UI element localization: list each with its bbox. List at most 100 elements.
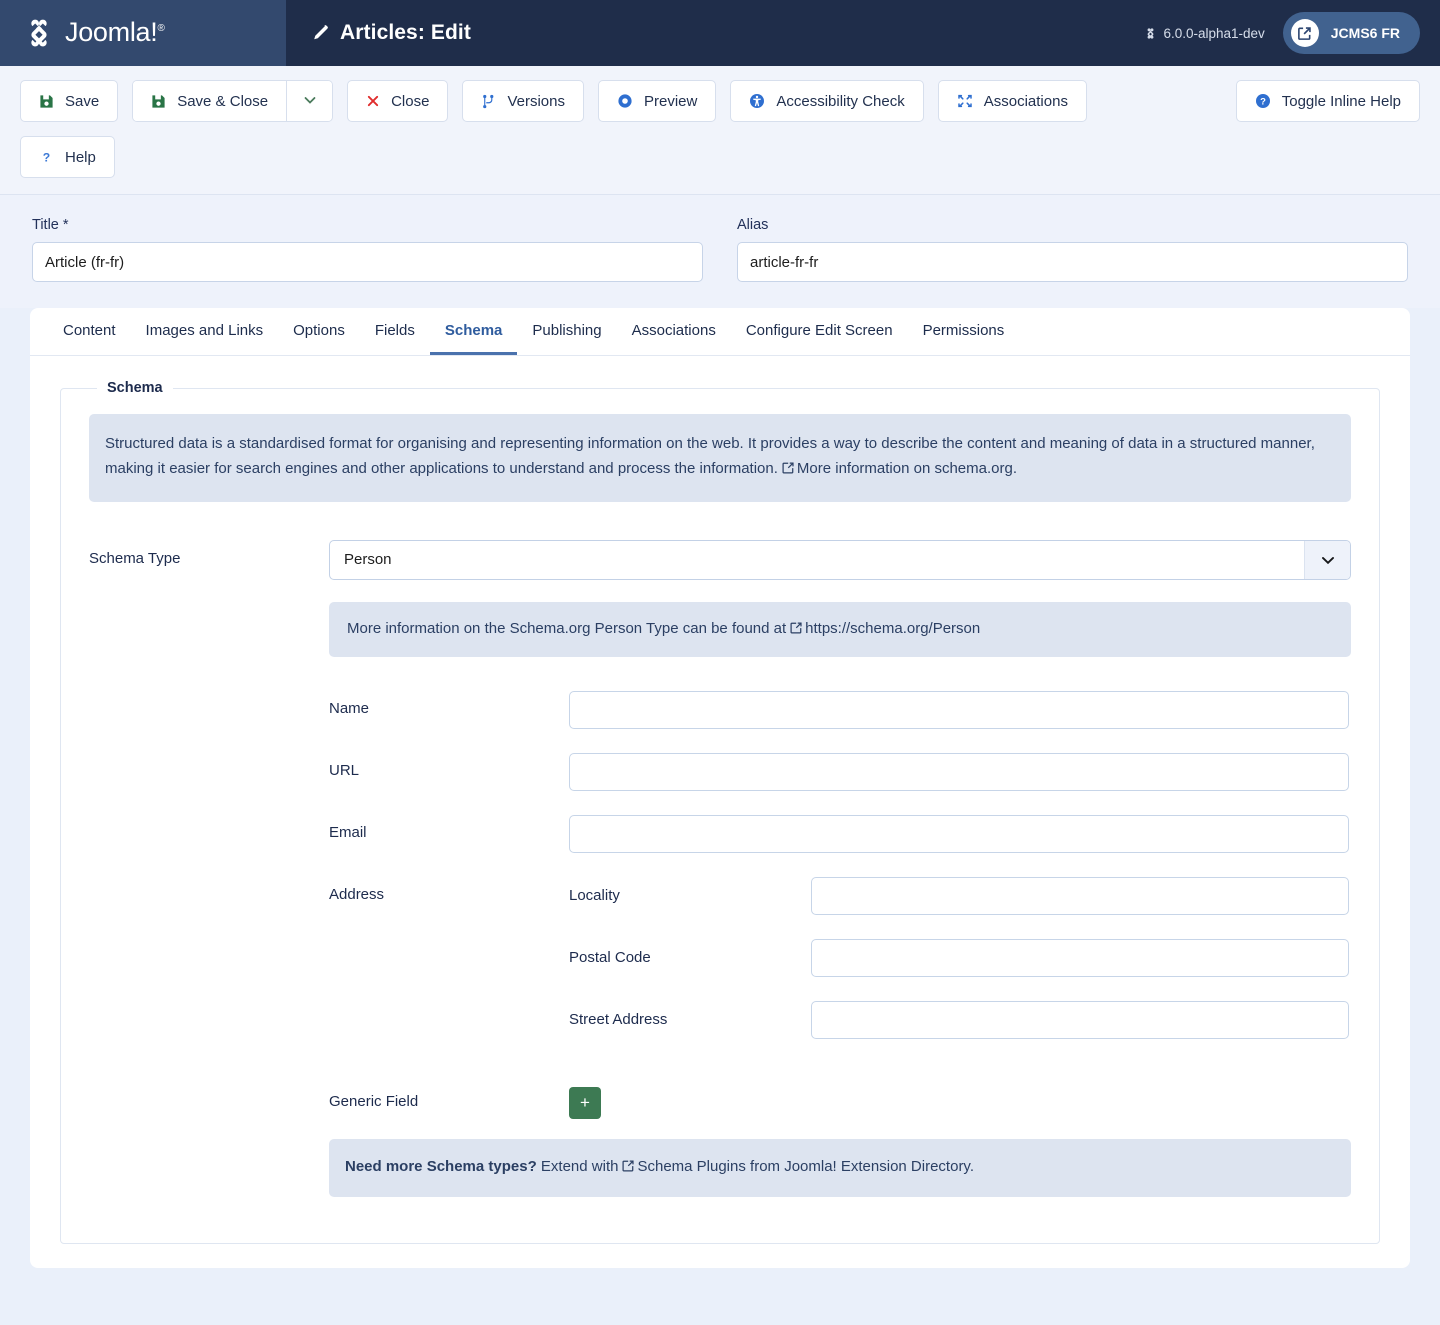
- external-link-icon: [781, 459, 795, 484]
- address-label: Address: [329, 877, 569, 903]
- versions-button[interactable]: Versions: [462, 80, 584, 122]
- visit-site-button[interactable]: JCMS6 FR: [1283, 12, 1420, 54]
- street-address-label: Street Address: [569, 1011, 811, 1028]
- schema-type-note: More information on the Schema.org Perso…: [329, 602, 1351, 657]
- name-input[interactable]: [569, 691, 1349, 729]
- title-field-block: Title *: [32, 217, 703, 282]
- schema-plugins-link[interactable]: Schema Plugins from Joomla! Extension Di…: [637, 1158, 974, 1175]
- versions-icon: [481, 94, 496, 109]
- tab-associations[interactable]: Associations: [617, 308, 731, 355]
- save-icon: [151, 94, 166, 109]
- version-indicator: 6.0.0-alpha1-dev: [1144, 26, 1264, 41]
- schema-type-select[interactable]: Person: [329, 540, 1351, 580]
- tab-publishing[interactable]: Publishing: [517, 308, 616, 355]
- save-button[interactable]: Save: [20, 80, 118, 122]
- associations-button[interactable]: Associations: [938, 80, 1087, 122]
- schema-legend: Schema: [97, 380, 173, 396]
- app-header: Joomla!® Articles: Edit 6.0.0-alpha1-dev: [0, 0, 1440, 66]
- street-address-input[interactable]: [811, 1001, 1349, 1039]
- accessibility-icon: [749, 93, 765, 109]
- joomla-logo-icon: [22, 16, 56, 50]
- address-subfields: Locality Postal Code Street Address: [569, 877, 1351, 1063]
- external-link-icon: [789, 621, 803, 639]
- add-generic-field-button[interactable]: +: [569, 1087, 601, 1119]
- locality-row: Locality: [569, 877, 1351, 915]
- more-schema-types-text: Extend with: [537, 1158, 619, 1175]
- toggle-inline-help-label: Toggle Inline Help: [1282, 93, 1401, 110]
- tab-options[interactable]: Options: [278, 308, 360, 355]
- url-input[interactable]: [569, 753, 1349, 791]
- more-schema-types-alert: Need more Schema types? Extend with Schem…: [329, 1139, 1351, 1198]
- tab-schema[interactable]: Schema: [430, 308, 518, 355]
- visit-site-label: JCMS6 FR: [1331, 25, 1400, 41]
- question-circle-icon: ?: [1255, 93, 1271, 109]
- save-close-group: Save & Close: [132, 80, 333, 122]
- more-schema-types-heading: Need more Schema types?: [345, 1158, 537, 1175]
- email-label: Email: [329, 815, 569, 841]
- tab-images-and-links[interactable]: Images and Links: [131, 308, 279, 355]
- address-row: Address Locality Postal Code: [329, 877, 1351, 1063]
- chevron-down-icon: [302, 92, 318, 111]
- schema-type-note-text: More information on the Schema.org Perso…: [347, 620, 786, 637]
- schema-type-row: Schema Type Person More information on t…: [89, 540, 1351, 1198]
- title-alias-row: Title * Alias: [0, 195, 1440, 308]
- close-icon: [366, 94, 380, 108]
- schema-type-value: Person: [330, 541, 1304, 579]
- name-label: Name: [329, 691, 569, 717]
- brand-area[interactable]: Joomla!®: [0, 0, 286, 66]
- pencil-icon: [310, 24, 329, 43]
- associations-label: Associations: [984, 93, 1068, 110]
- toolbar: Save Save & Close Close Versions Prev: [0, 66, 1440, 195]
- tab-permissions[interactable]: Permissions: [908, 308, 1020, 355]
- schema-person-fields: Name URL Email Address: [329, 691, 1351, 1119]
- preview-button[interactable]: Preview: [598, 80, 716, 122]
- street-address-row: Street Address: [569, 1001, 1351, 1039]
- close-button[interactable]: Close: [347, 80, 448, 122]
- generic-field-label: Generic Field: [329, 1087, 569, 1110]
- associations-icon: [957, 93, 973, 109]
- alias-input[interactable]: [737, 242, 1408, 282]
- save-icon: [39, 94, 54, 109]
- versions-label: Versions: [507, 93, 565, 110]
- edit-panel: Content Images and Links Options Fields …: [30, 308, 1410, 1268]
- schema-person-url-link[interactable]: https://schema.org/Person: [805, 620, 980, 637]
- preview-label: Preview: [644, 93, 697, 110]
- brand-registered-mark: ®: [157, 23, 164, 34]
- tab-fields[interactable]: Fields: [360, 308, 430, 355]
- brand-name: Joomla!®: [65, 17, 165, 48]
- email-input[interactable]: [569, 815, 1349, 853]
- schema-org-link[interactable]: More information on schema.org.: [797, 460, 1017, 477]
- save-label: Save: [65, 93, 99, 110]
- tab-content[interactable]: Content: [48, 308, 131, 355]
- header-right: 6.0.0-alpha1-dev JCMS6 FR: [1144, 0, 1440, 66]
- name-row: Name: [329, 691, 1351, 729]
- locality-label: Locality: [569, 887, 811, 904]
- page-title: Articles: Edit: [340, 21, 471, 45]
- alias-label: Alias: [737, 217, 1408, 233]
- save-dropdown-toggle[interactable]: [286, 81, 332, 121]
- chevron-down-icon[interactable]: [1304, 541, 1350, 579]
- eye-icon: [617, 93, 633, 109]
- external-link-icon: [621, 1157, 635, 1182]
- joomla-logo[interactable]: Joomla!®: [22, 16, 165, 50]
- alias-field-block: Alias: [737, 217, 1408, 282]
- header-title-area: Articles: Edit: [286, 0, 1144, 66]
- accessibility-check-button[interactable]: Accessibility Check: [730, 80, 923, 122]
- toolbar-second-row: ? Help: [20, 136, 1420, 178]
- help-label: Help: [65, 149, 96, 166]
- toggle-inline-help-button[interactable]: ? Toggle Inline Help: [1236, 80, 1420, 122]
- help-button[interactable]: ? Help: [20, 136, 115, 178]
- title-input[interactable]: [32, 242, 703, 282]
- schema-type-label: Schema Type: [89, 540, 329, 567]
- postal-code-input[interactable]: [811, 939, 1349, 977]
- joomla-mini-icon: [1144, 27, 1157, 40]
- schema-tab-panel: Schema Structured data is a standardised…: [30, 356, 1410, 1244]
- save-and-close-button[interactable]: Save & Close: [133, 81, 286, 121]
- url-row: URL: [329, 753, 1351, 791]
- tab-bar: Content Images and Links Options Fields …: [30, 308, 1410, 356]
- locality-input[interactable]: [811, 877, 1349, 915]
- save-and-close-label: Save & Close: [177, 93, 268, 110]
- title-label: Title *: [32, 217, 703, 233]
- schema-fieldset: Schema Structured data is a standardised…: [60, 380, 1380, 1244]
- tab-configure-edit-screen[interactable]: Configure Edit Screen: [731, 308, 908, 355]
